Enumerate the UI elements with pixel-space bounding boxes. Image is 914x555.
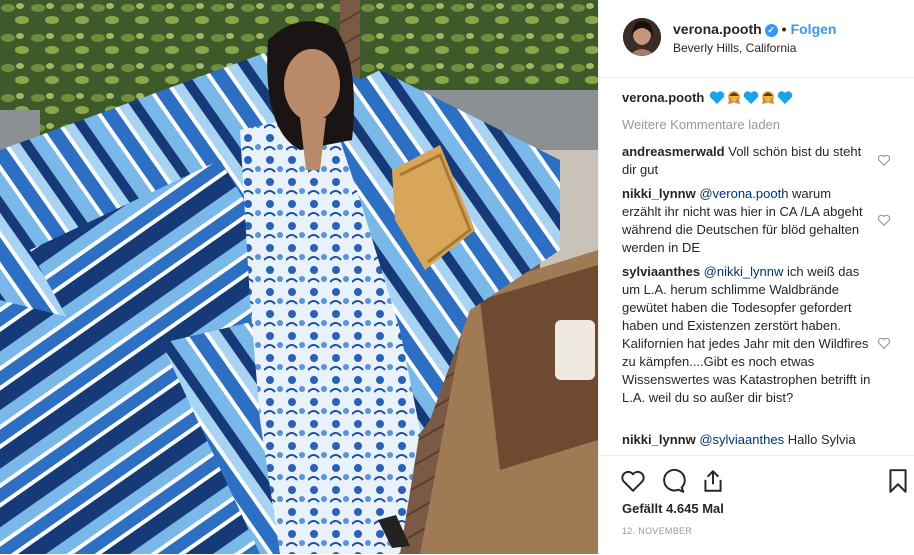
post-photo[interactable] [0, 0, 598, 554]
comment-bubble-icon[interactable] [660, 468, 686, 494]
like-comment-heart-icon[interactable] [877, 153, 891, 167]
comments-list[interactable]: verona.pooth Weitere Kommentare laden an… [599, 77, 914, 455]
comment: nikki_lynnw @verona.pooth warum erzählt … [622, 185, 872, 257]
verified-badge-icon: ✓ [764, 24, 778, 37]
bookmark-icon[interactable] [885, 468, 911, 494]
load-more-comments[interactable]: Weitere Kommentare laden [622, 117, 780, 132]
person-hands-emoji-icon [727, 91, 740, 104]
post-date[interactable]: 12. NOVEMBER [622, 526, 692, 536]
comment-mention[interactable]: @sylviaanthes [699, 432, 784, 447]
post-header: verona.pooth ✓ • Folgen Beverly Hills, Cali… [599, 0, 914, 78]
post-side-panel: verona.pooth ✓ • Folgen Beverly Hills, Cali… [598, 0, 914, 554]
blue-heart-emoji-icon [743, 91, 759, 104]
comment-username[interactable]: andreasmerwald [622, 144, 725, 159]
post-actions: Gefällt 4.645 Mal 12. NOVEMBER [599, 455, 914, 555]
blue-heart-emoji-icon [709, 91, 725, 104]
likes-count[interactable]: Gefällt 4.645 Mal [622, 501, 724, 516]
comment-text: Hallo Sylvia [787, 432, 856, 447]
like-heart-icon[interactable] [620, 468, 646, 494]
follow-button[interactable]: Folgen [791, 21, 837, 37]
blue-heart-emoji-icon [777, 91, 793, 104]
comment: nikki_lynnw @sylviaanthes Hallo Sylvia [622, 431, 872, 449]
share-icon[interactable] [700, 468, 726, 494]
comment-mention[interactable]: @verona.pooth [699, 186, 788, 201]
caption: verona.pooth [622, 89, 872, 107]
comment-username[interactable]: nikki_lynnw [622, 186, 696, 201]
like-comment-heart-icon[interactable] [877, 213, 891, 227]
comment: andreasmerwald Voll schön bist du steht … [622, 143, 872, 179]
comment-text: ich weiß das um L.A. herum schlimme Wald… [622, 264, 871, 405]
post-image [0, 0, 598, 554]
comment: sylviaanthes @nikki_lynnw ich weiß das u… [622, 263, 872, 407]
comment-username[interactable]: nikki_lynnw [622, 432, 696, 447]
avatar[interactable] [623, 18, 661, 56]
avatar-image [623, 18, 661, 56]
separator-dot: • [781, 21, 787, 37]
caption-username[interactable]: verona.pooth [622, 90, 704, 105]
person-hands-emoji-icon [761, 91, 774, 104]
like-comment-heart-icon[interactable] [877, 336, 891, 350]
comment-username[interactable]: sylviaanthes [622, 264, 700, 279]
comment-mention[interactable]: @nikki_lynnw [704, 264, 784, 279]
username[interactable]: verona.pooth [673, 21, 762, 37]
location-link[interactable]: Beverly Hills, California [673, 41, 796, 55]
